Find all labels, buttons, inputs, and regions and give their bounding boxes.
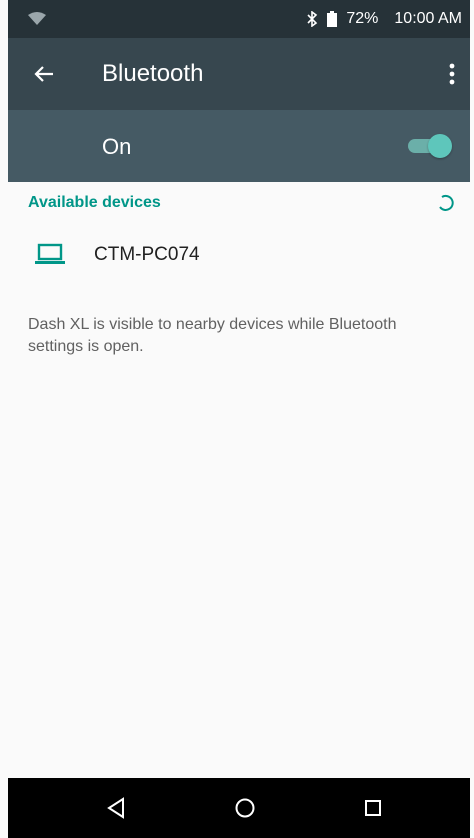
laptop-icon — [35, 243, 65, 264]
navigation-bar — [8, 778, 470, 838]
device-name: CTM-PC074 — [94, 244, 200, 265]
available-devices-header: Available devices — [28, 194, 161, 211]
nav-home-icon — [235, 798, 255, 818]
bluetooth-icon — [307, 11, 318, 27]
bluetooth-toggle[interactable] — [408, 132, 452, 160]
app-bar: Bluetooth — [8, 38, 470, 110]
more-options-button[interactable] — [440, 56, 464, 92]
back-arrow-icon — [34, 66, 53, 82]
toggle-thumb — [428, 134, 452, 158]
device-list-item[interactable]: CTM-PC074 — [8, 228, 470, 284]
status-time: 10:00 AM — [394, 10, 462, 27]
visibility-info-text: Dash XL is visible to nearby devices whi… — [28, 316, 397, 355]
nav-back-button[interactable] — [100, 792, 132, 824]
wifi-icon — [28, 12, 46, 25]
scanning-refresh-icon — [439, 194, 454, 211]
status-bar: 72% 10:00 AM — [8, 0, 470, 38]
switch-label: On — [102, 134, 132, 159]
nav-recents-button[interactable] — [357, 792, 389, 824]
battery-icon — [327, 11, 338, 27]
page-title: Bluetooth — [102, 60, 204, 87]
nav-back-icon — [107, 797, 124, 819]
more-vert-icon — [449, 63, 455, 85]
nav-home-button[interactable] — [229, 792, 261, 824]
nav-recents-icon — [365, 800, 381, 816]
status-right: 72% 10:00 AM — [306, 0, 462, 38]
bluetooth-settings-screen: 72% 10:00 AM Bluetooth On Available devi… — [0, 0, 474, 838]
battery-percent: 72% — [346, 10, 379, 27]
bluetooth-master-switch-bar[interactable]: On — [8, 110, 470, 182]
back-button[interactable] — [26, 56, 62, 92]
